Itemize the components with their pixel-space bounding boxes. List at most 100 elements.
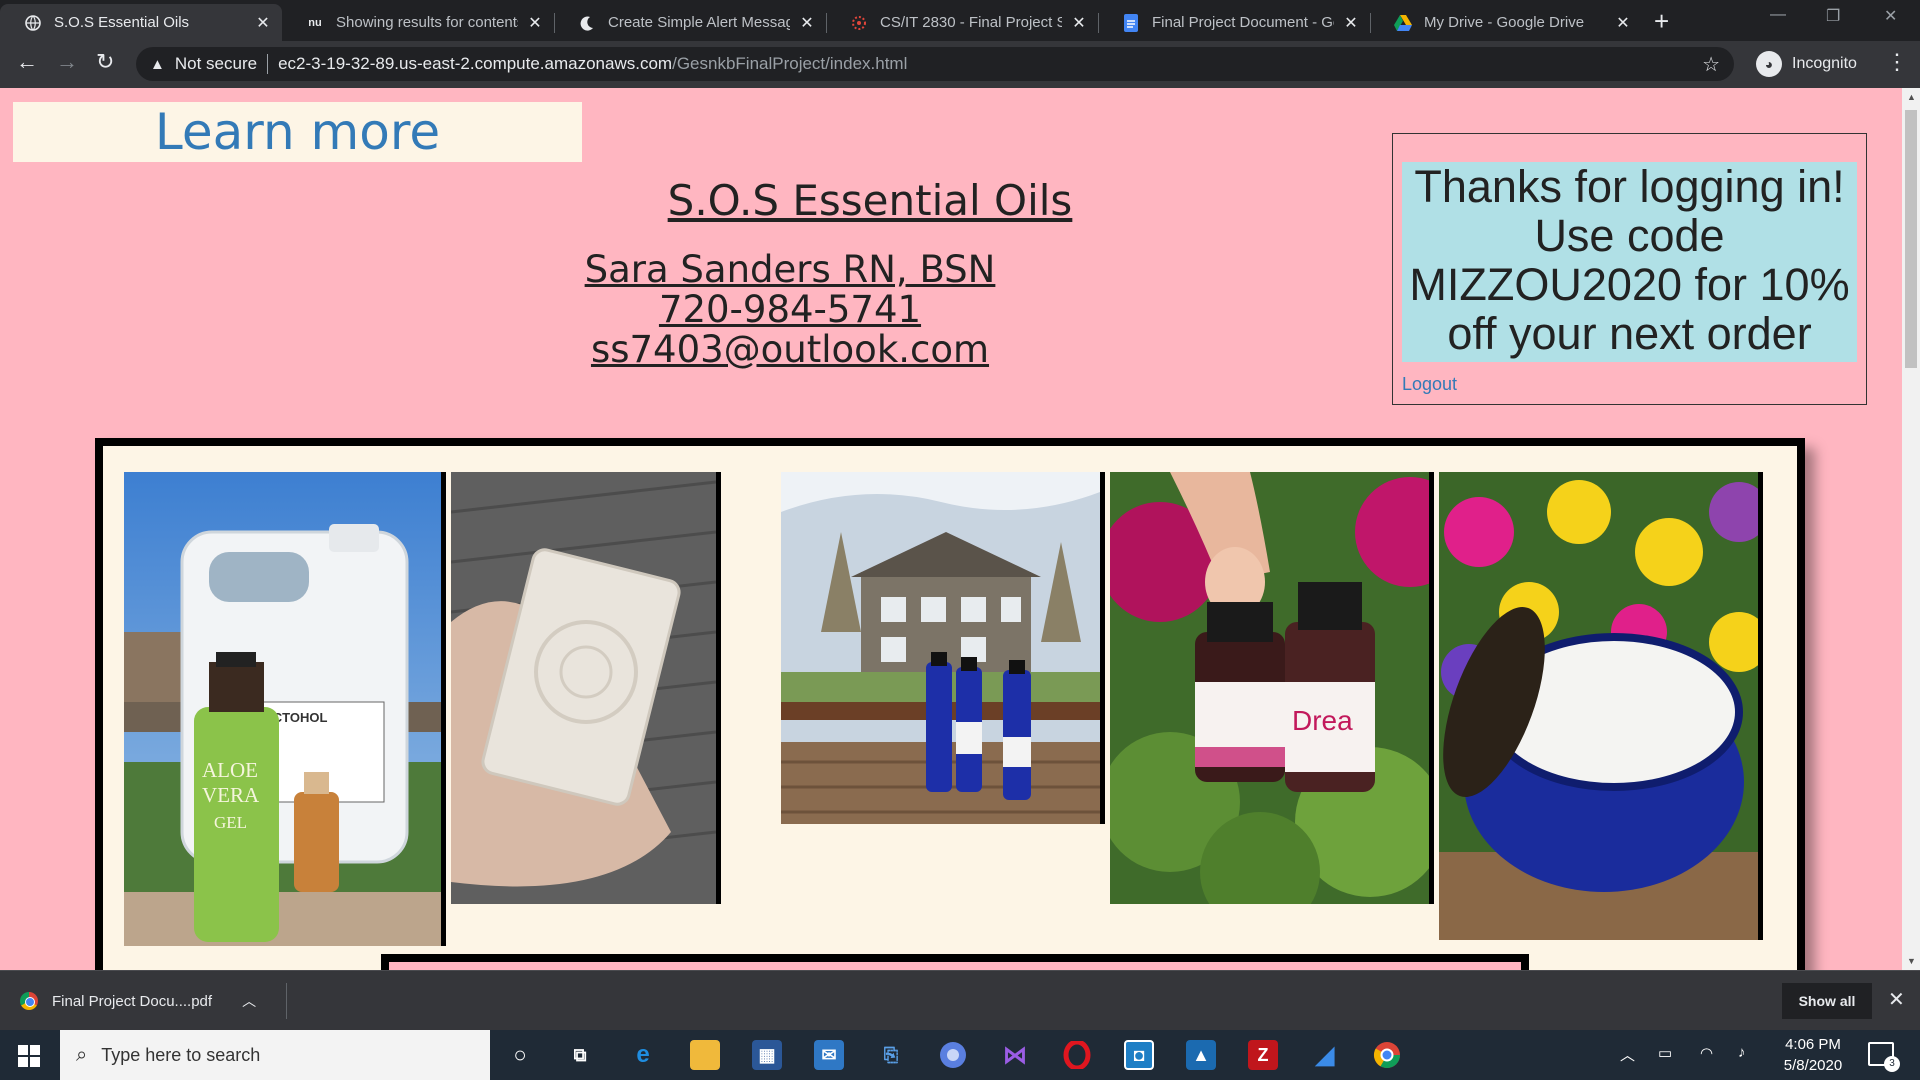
content-bar — [381, 954, 1529, 970]
app-icon[interactable]: ◘ — [1124, 1040, 1154, 1070]
page-title[interactable]: S.O.S Essential Oils — [620, 176, 1120, 225]
restore-icon[interactable]: ❐ — [1826, 6, 1840, 26]
network-app-icon[interactable]: ⎘ — [876, 1040, 906, 1070]
close-tab-icon[interactable]: ✕ — [1070, 13, 1088, 33]
nu-icon: nu — [308, 16, 322, 29]
scrollbar-thumb[interactable] — [1905, 110, 1917, 368]
close-tab-icon[interactable]: ✕ — [254, 13, 272, 33]
learn-more-button[interactable]: Learn more — [13, 102, 582, 162]
volume-icon[interactable]: ♪ — [1738, 1044, 1746, 1061]
clock-time: 4:06 PM — [1785, 1036, 1841, 1053]
svg-text:ALOE: ALOE — [202, 758, 258, 782]
gear-icon — [850, 14, 868, 32]
warning-icon[interactable]: ▲ — [150, 56, 165, 73]
search-placeholder: Type here to search — [101, 1044, 261, 1065]
incognito-icon: ◕ — [1756, 51, 1782, 77]
windows-taskbar: ⌕ Type here to search ○ ⧉ e ▦ ✉ ⎘ ⋈ ◘ ▲ … — [0, 1030, 1920, 1080]
task-view-icon[interactable]: ⧉ — [565, 1040, 595, 1070]
gallery-photo-oil-bottles[interactable]: Drea — [1110, 472, 1434, 904]
clock-date: 5/8/2020 — [1783, 1057, 1843, 1074]
cortana-icon[interactable]: ○ — [505, 1040, 535, 1070]
download-item[interactable]: Final Project Docu....pdf ︿ — [20, 986, 256, 1016]
incognito-indicator[interactable]: ◕ Incognito — [1756, 49, 1857, 79]
close-tab-icon[interactable]: ✕ — [526, 13, 544, 33]
store-icon[interactable]: ▦ — [752, 1040, 782, 1070]
taskbar-search-box[interactable]: ⌕ Type here to search — [60, 1030, 490, 1080]
notifications-icon[interactable]: 3 — [1868, 1042, 1900, 1072]
more-menu-icon[interactable]: ⋮ — [1886, 49, 1908, 75]
close-tab-icon[interactable]: ✕ — [798, 13, 816, 33]
soap-photo-image — [451, 472, 716, 904]
tab-my-drive[interactable]: My Drive - Google Drive ✕ — [1370, 4, 1642, 41]
gallery-photo-aloe-vera[interactable]: RACTOHOL ALOE VERA GEL — [124, 472, 446, 946]
contact-phone[interactable]: 720-984-5741 — [540, 290, 1040, 330]
minimize-icon[interactable]: — — [1770, 6, 1786, 24]
show-all-button[interactable]: Show all — [1782, 983, 1872, 1019]
chevron-up-icon[interactable]: ︿ — [1620, 1044, 1635, 1065]
photos-icon[interactable]: ▲ — [1186, 1040, 1216, 1070]
edge-icon[interactable]: e — [628, 1040, 658, 1070]
close-tab-icon[interactable]: ✕ — [1614, 13, 1632, 33]
docs-icon — [1122, 13, 1140, 32]
close-shelf-icon[interactable]: ✕ — [1888, 987, 1905, 1012]
moon-icon — [578, 14, 596, 32]
opera-icon[interactable] — [1062, 1040, 1092, 1070]
new-tab-icon[interactable]: + — [1654, 8, 1669, 34]
logout-link[interactable]: Logout — [1402, 374, 1457, 395]
login-promo-box: Thanks for logging in! Use code MIZZOU20… — [1392, 133, 1867, 405]
tab-title: Showing results for contents — [336, 14, 518, 31]
page-viewport: Learn more S.O.S Essential Oils Sara San… — [0, 88, 1902, 970]
address-bar[interactable]: ▲ Not secure ec2-3-19-32-89.us-east-2.co… — [136, 47, 1734, 81]
reload-icon[interactable]: ↻ — [96, 51, 114, 73]
drive-icon — [1394, 14, 1412, 32]
photo-gallery: RACTOHOL ALOE VERA GEL Drea — [95, 438, 1805, 970]
back-icon[interactable]: ← — [16, 51, 38, 73]
file-explorer-icon[interactable] — [690, 1040, 720, 1070]
chrome-icon[interactable] — [1372, 1040, 1402, 1070]
close-tab-icon[interactable]: ✕ — [1342, 13, 1360, 33]
battery-icon[interactable]: ▭ — [1658, 1044, 1672, 1062]
body-butter-photo-image — [1439, 472, 1758, 940]
wifi-icon[interactable]: ◠ — [1700, 1044, 1713, 1062]
tab-title: CS/IT 2830 - Final Project Su — [880, 14, 1062, 31]
gallery-photo-body-butter[interactable] — [1439, 472, 1763, 940]
contact-email[interactable]: ss7403@outlook.com — [540, 330, 1040, 370]
notification-count: 3 — [1884, 1056, 1900, 1072]
gallery-photo-roller-bottles[interactable] — [781, 472, 1105, 824]
incognito-label: Incognito — [1792, 55, 1857, 72]
tab-title: Final Project Document - Go — [1152, 14, 1334, 31]
svg-text:VERA: VERA — [202, 783, 260, 807]
close-window-icon[interactable]: ✕ — [1884, 6, 1897, 26]
system-clock[interactable]: 4:06 PM 5/8/2020 — [1768, 1034, 1858, 1076]
page-scrollbar[interactable]: ▲ ▼ — [1902, 88, 1920, 970]
chevron-up-icon[interactable]: ︿ — [242, 991, 256, 1011]
tab-showing-results[interactable]: nu Showing results for contents ✕ — [282, 4, 555, 41]
tab-sos-essential-oils[interactable]: S.O.S Essential Oils ✕ — [0, 4, 282, 41]
gallery-photo-soap[interactable] — [451, 472, 721, 904]
svg-text:Drea: Drea — [1292, 705, 1353, 736]
bookmark-star-icon[interactable]: ☆ — [1702, 52, 1720, 77]
scroll-down-icon[interactable]: ▼ — [1907, 956, 1916, 966]
security-label[interactable]: Not secure — [175, 54, 257, 74]
url-host: ec2-3-19-32-89.us-east-2.compute.amazona… — [278, 54, 673, 73]
promo-message: Thanks for logging in! Use code MIZZOU20… — [1402, 162, 1857, 362]
wireshark-icon[interactable]: ◢ — [1310, 1040, 1340, 1070]
forward-icon[interactable]: → — [56, 51, 78, 73]
download-filename: Final Project Docu....pdf — [52, 992, 213, 1010]
mail-icon[interactable]: ✉ — [814, 1040, 844, 1070]
visual-studio-icon[interactable]: ⋈ — [1000, 1040, 1030, 1070]
scroll-up-icon[interactable]: ▲ — [1907, 92, 1916, 102]
chrome-beta-icon[interactable] — [938, 1040, 968, 1070]
filezilla-icon[interactable]: Z — [1248, 1040, 1278, 1070]
tab-final-project-document[interactable]: Final Project Document - Go ✕ — [1098, 4, 1371, 41]
divider — [286, 983, 287, 1019]
tab-title: Create Simple Alert Message — [608, 14, 790, 31]
contact-name[interactable]: Sara Sanders RN, BSN — [540, 250, 1040, 290]
tab-create-alert[interactable]: Create Simple Alert Message ✕ — [554, 4, 827, 41]
tab-title: My Drive - Google Drive — [1424, 14, 1585, 31]
download-shelf: Final Project Docu....pdf ︿ Show all ✕ — [0, 970, 1920, 1030]
windows-start-icon[interactable] — [18, 1045, 40, 1067]
tab-final-project-submission[interactable]: CS/IT 2830 - Final Project Su ✕ — [826, 4, 1099, 41]
url-path: /GesnkbFinalProject/index.html — [672, 54, 908, 73]
oil-bottles-photo-image: Drea — [1110, 472, 1429, 904]
